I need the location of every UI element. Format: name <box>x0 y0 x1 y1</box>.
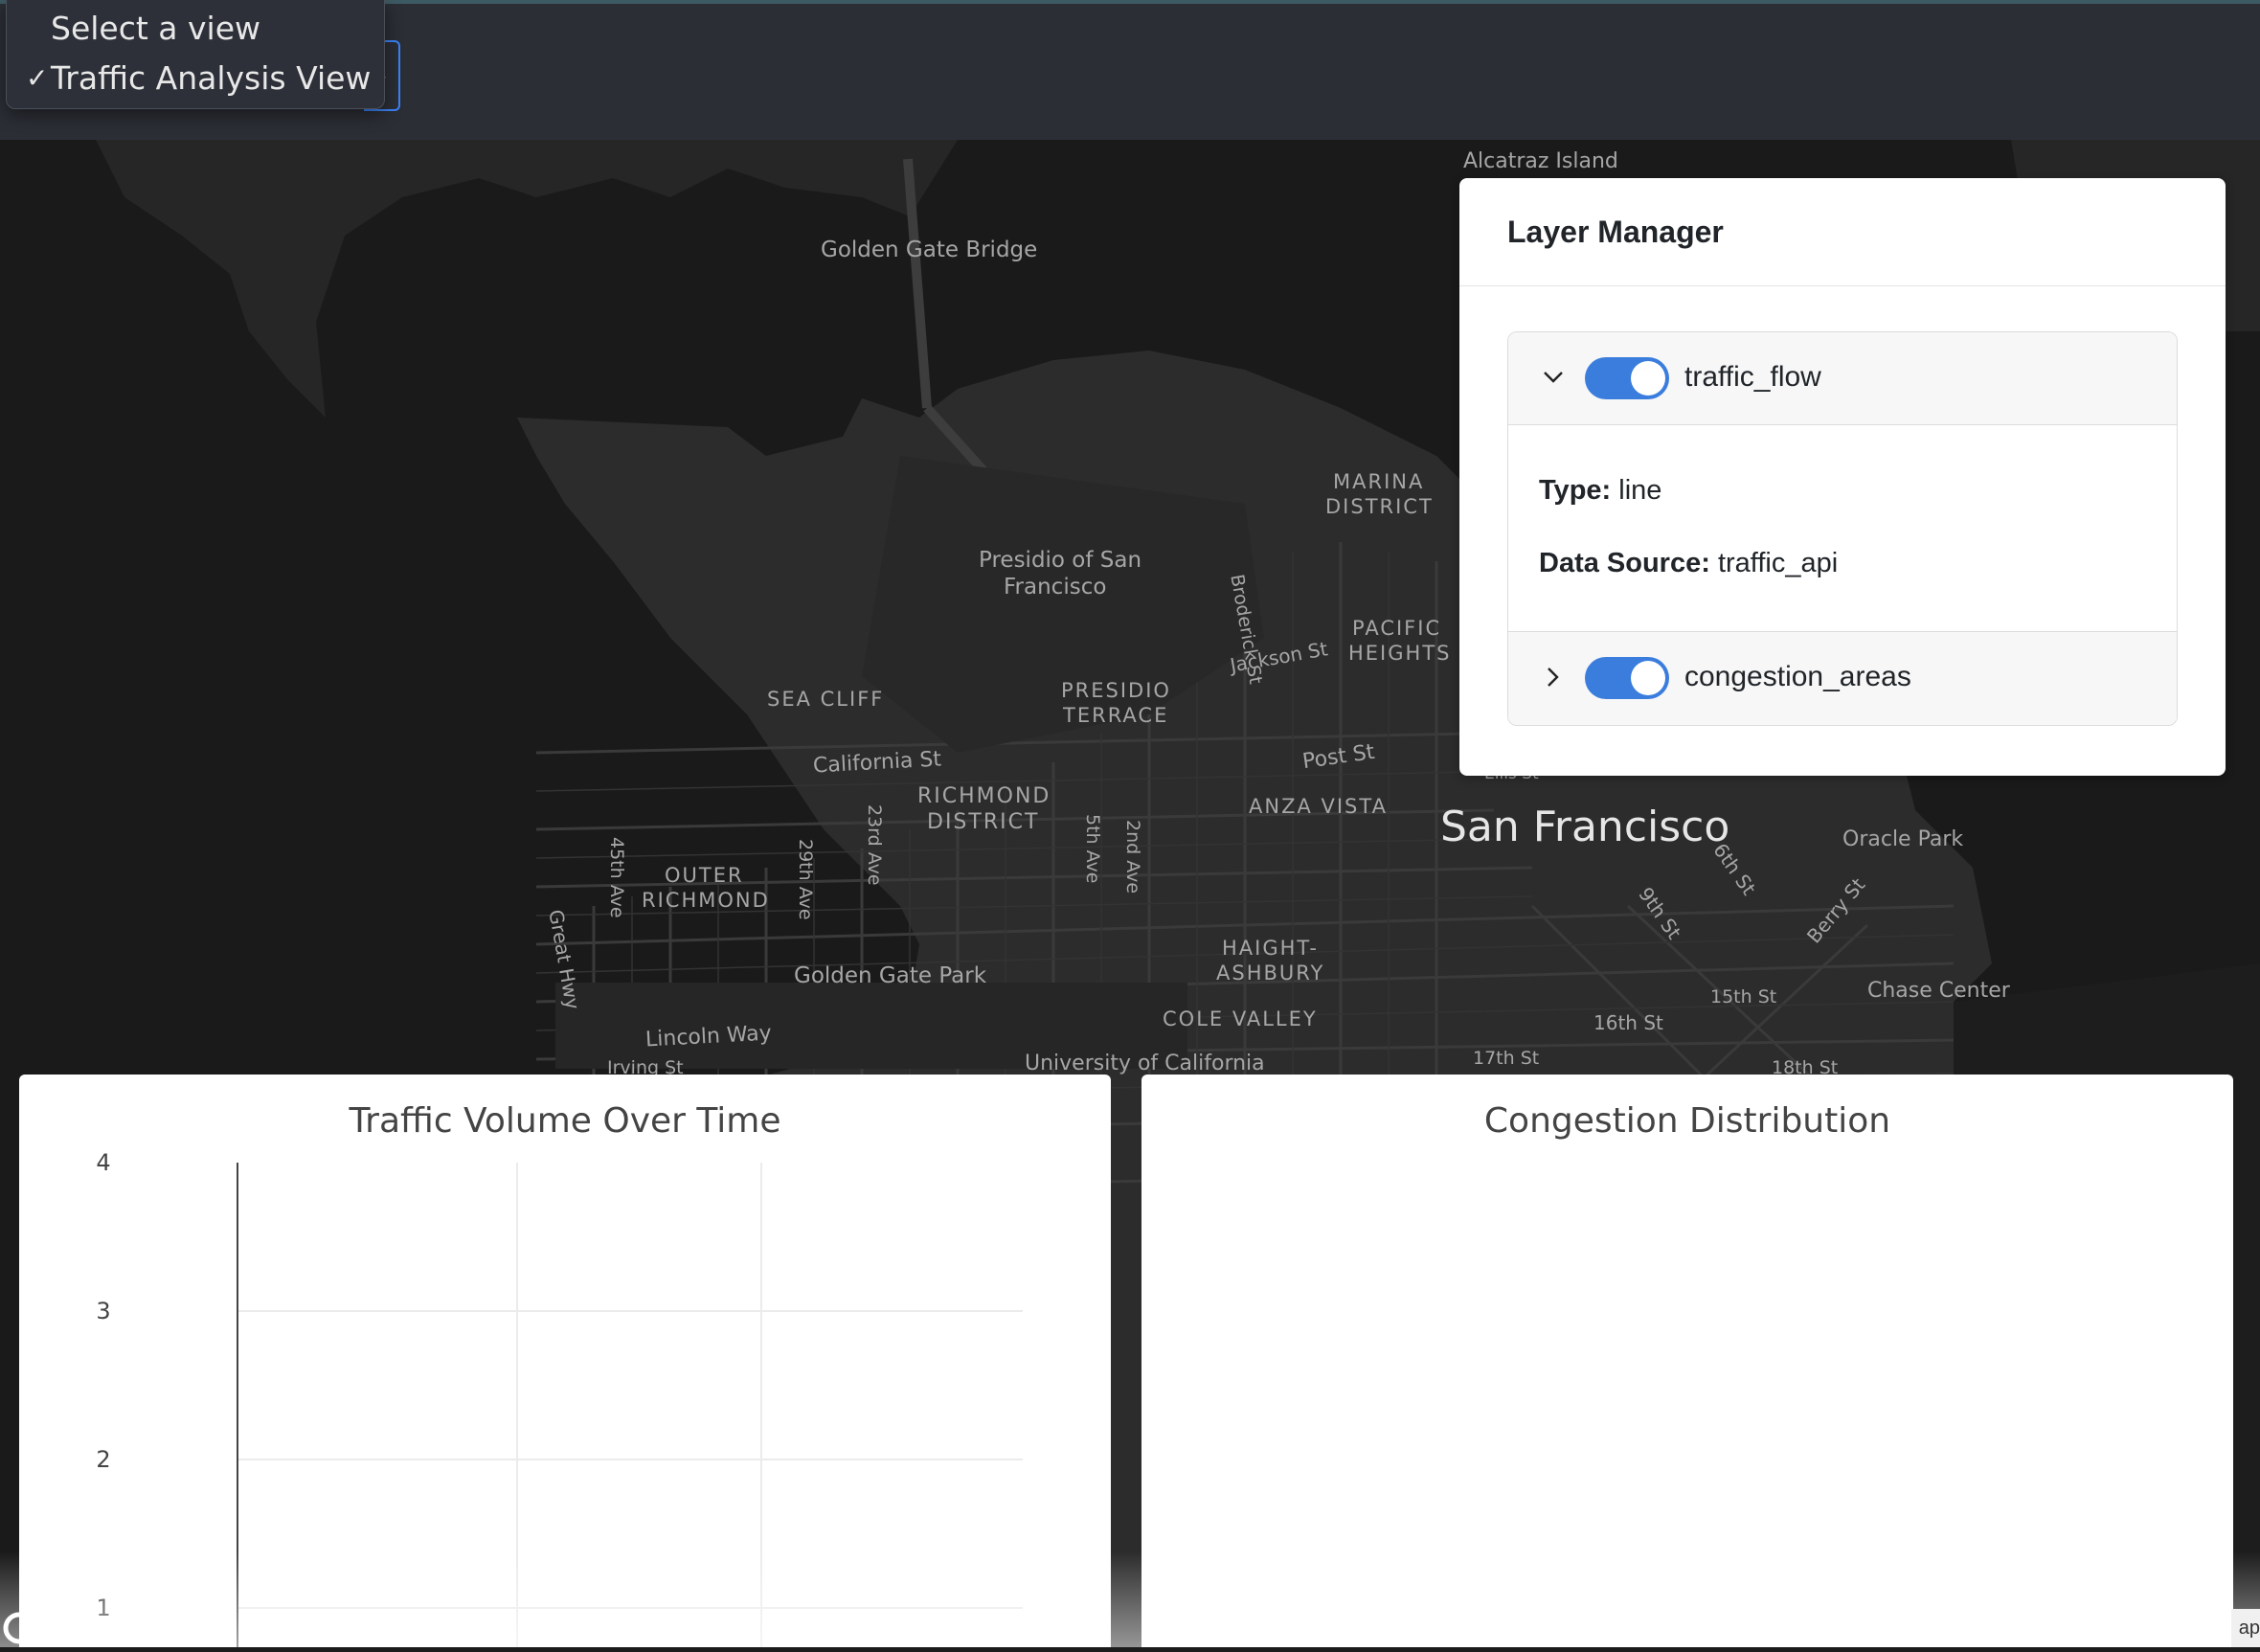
layer-manager-panel: Layer Manager traffic_flow Type: line Da… <box>1459 178 2226 776</box>
layer-name: traffic_flow <box>1684 361 1821 393</box>
map-label: ANZA VISTA <box>1249 795 1388 818</box>
congestion-chart-card: Congestion Distribution <box>1141 1075 2233 1647</box>
map-label: COLE VALLEY <box>1163 1007 1318 1030</box>
map-label: RICHMOND <box>642 889 770 912</box>
layer-header-congestion-areas[interactable]: congestion_areas <box>1508 631 2177 725</box>
layer-name: congestion_areas <box>1684 661 1911 692</box>
chevron-right-icon[interactable] <box>1537 661 1570 693</box>
y-tick-label: 3 <box>96 1298 110 1324</box>
view-option-traffic-analysis[interactable]: ✓ Traffic Analysis View <box>26 59 372 97</box>
layer-manager-title: Layer Manager <box>1507 215 1724 249</box>
layer-type: Type: line <box>1539 475 1662 506</box>
map-label: Golden Gate Bridge <box>821 238 1038 262</box>
map-label: HAIGHT- <box>1222 937 1319 960</box>
map-label: TERRACE <box>1063 704 1169 727</box>
toggle-knob <box>1631 661 1665 695</box>
map-label: MARINA <box>1333 470 1425 493</box>
map-label: 17th St <box>1473 1048 1540 1069</box>
map-label: 2nd Ave <box>1122 820 1143 894</box>
map-label: Alcatraz Island <box>1463 149 1618 173</box>
map-label: 29th Ave <box>795 839 816 920</box>
layer-toggle-congestion-areas[interactable] <box>1585 657 1669 699</box>
map-label: ASHBURY <box>1216 962 1325 984</box>
layer-data-source: Data Source: traffic_api <box>1539 548 1839 578</box>
toggle-knob <box>1631 361 1665 396</box>
view-option-label: Traffic Analysis View <box>51 59 372 97</box>
traffic-volume-chart[interactable]: 1 2 3 4 <box>19 1075 1111 1647</box>
layer-toggle-traffic-flow[interactable] <box>1585 357 1669 399</box>
layer-details-traffic-flow: Type: line Data Source: traffic_api <box>1508 425 2177 630</box>
checkmark-icon: ✓ <box>26 62 49 94</box>
divider <box>1459 285 2226 286</box>
map-label: DISTRICT <box>1325 495 1434 518</box>
map-label: OUTER <box>665 864 744 887</box>
layer-accordion: traffic_flow Type: line Data Source: tra… <box>1507 331 2178 726</box>
chevron-down-icon[interactable] <box>1537 361 1570 394</box>
chart-title: Congestion Distribution <box>1483 1101 1891 1141</box>
map-label: PRESIDIO <box>1061 679 1171 702</box>
traffic-volume-chart-card: Traffic Volume Over Time 1234 <box>19 1075 1111 1647</box>
map-label: Chase Center <box>1867 979 2010 1003</box>
y-tick-label: 1 <box>96 1595 110 1621</box>
y-tick-label: 4 <box>96 1149 110 1176</box>
map-attribution[interactable]: ap <box>2231 1609 2260 1647</box>
map-label: PACIFIC <box>1352 617 1442 640</box>
map-label: Oracle Park <box>1842 827 1964 851</box>
map-label: Francisco <box>1004 575 1107 600</box>
map-label: 16th St <box>1593 1011 1663 1034</box>
map-label: SEA CLIFF <box>767 688 885 711</box>
map-label: 5th Ave <box>1082 814 1103 884</box>
map-label: HEIGHTS <box>1348 642 1452 665</box>
view-option-placeholder[interactable]: Select a view <box>51 10 260 47</box>
map-label: 15th St <box>1710 986 1777 1007</box>
map-label: RICHMOND <box>917 784 1051 808</box>
view-dropdown-menu: Select a view ✓ Traffic Analysis View <box>6 0 385 109</box>
y-tick-label: 2 <box>96 1446 110 1473</box>
map-label: 23rd Ave <box>864 804 885 886</box>
map-logo-icon <box>0 1609 35 1647</box>
map-label: Presidio of San <box>979 548 1142 573</box>
map-label: Golden Gate Park <box>794 963 987 988</box>
map-label: 45th Ave <box>606 837 627 918</box>
map-label: DISTRICT <box>927 810 1040 834</box>
layer-header-traffic-flow[interactable]: traffic_flow <box>1508 332 2177 425</box>
city-label: San Francisco <box>1440 803 1730 851</box>
map-label: University of California <box>1025 1052 1265 1075</box>
